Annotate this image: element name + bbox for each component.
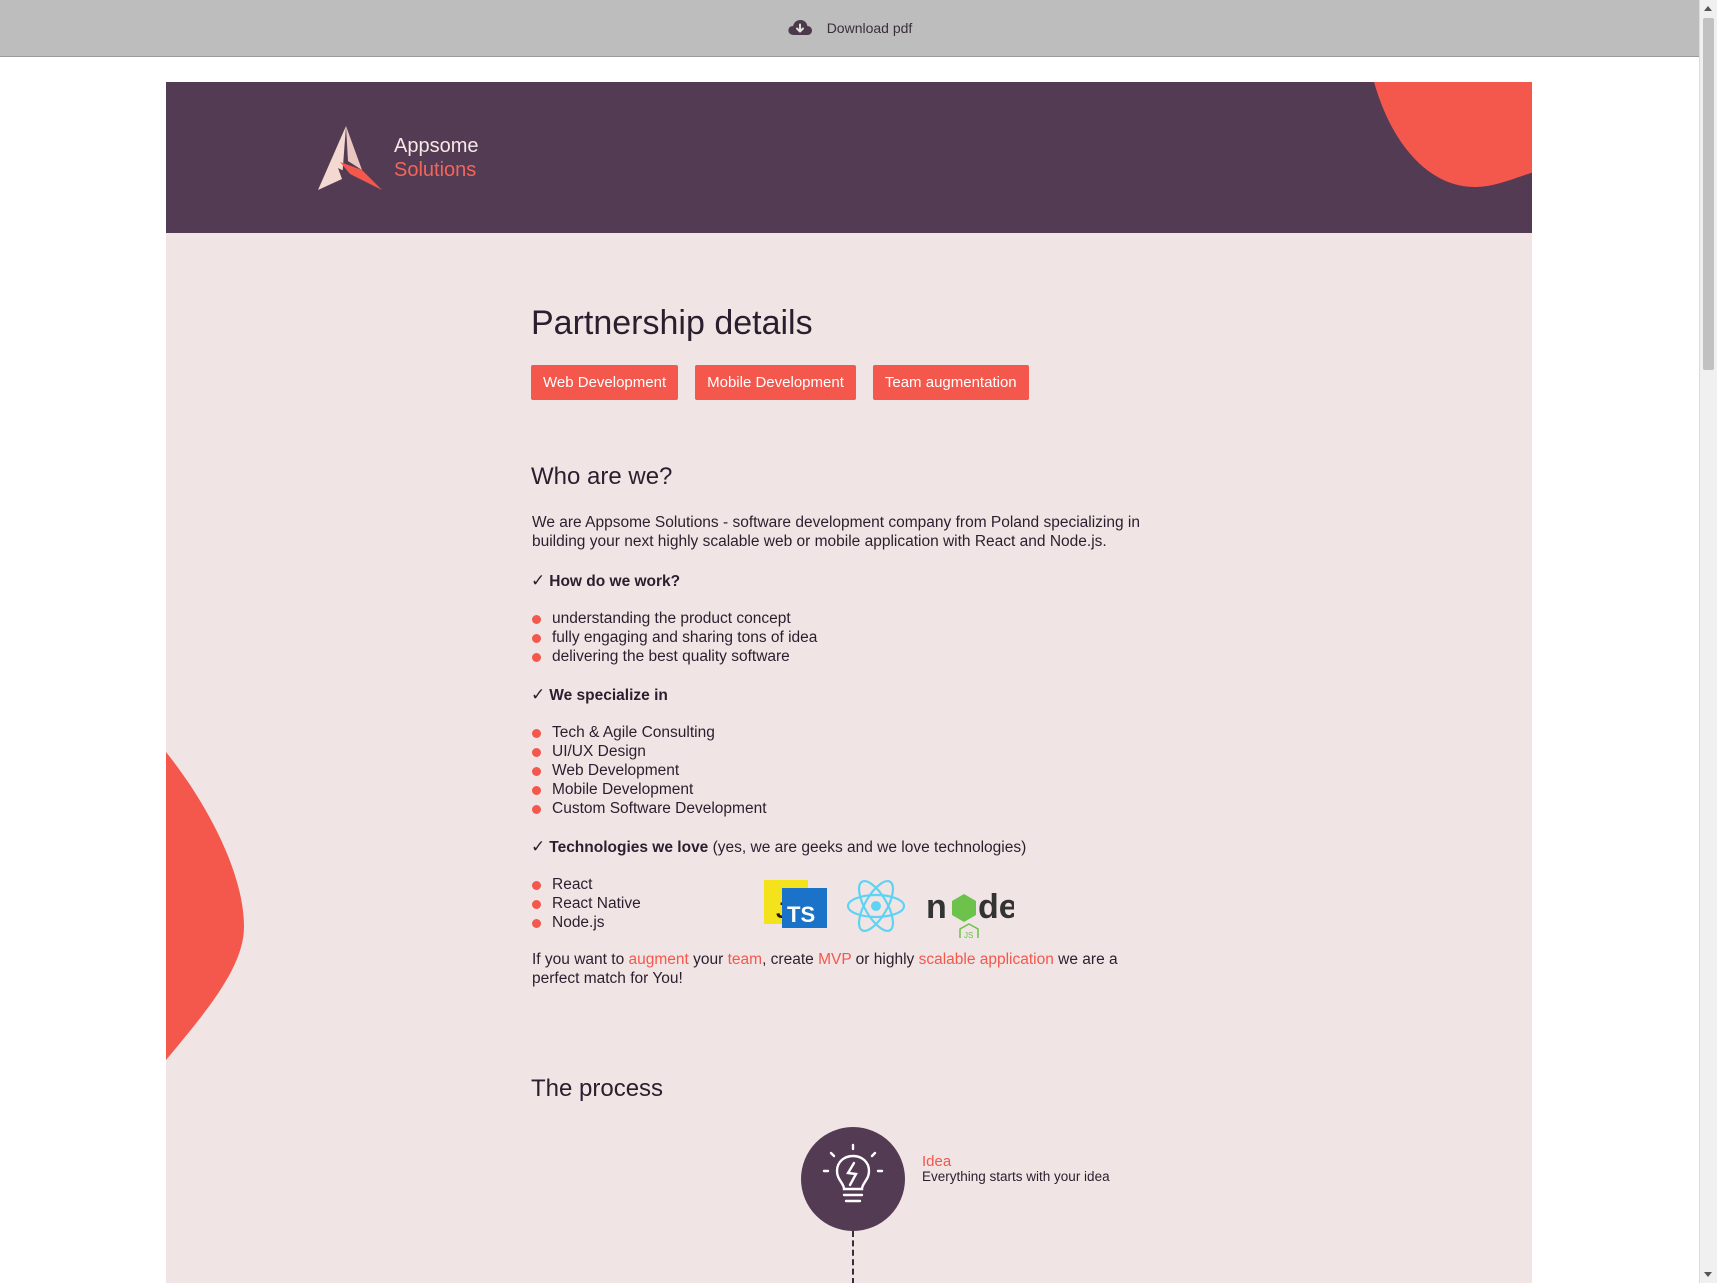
step-description: Everything starts with your idea: [922, 1169, 1110, 1184]
nodejs-logo: n de JS: [926, 888, 1014, 938]
tag-web-development[interactable]: Web Development: [531, 365, 679, 400]
we-specialize-heading: ✓ We specialize in: [531, 685, 668, 704]
list-item: delivering the best quality software: [532, 647, 817, 666]
checkmark-icon: ✓: [531, 685, 546, 704]
brand-logo: Appsome Solutions: [316, 124, 479, 192]
vertical-scrollbar[interactable]: [1699, 0, 1717, 1283]
technology-logos: J TS n de JS: [764, 880, 1014, 938]
process-step-idea-text: Idea Everything starts with your idea: [922, 1154, 1110, 1184]
list-item: Tech & Agile Consulting: [532, 723, 767, 742]
closing-text: If you want to augment your team, create…: [532, 951, 1118, 987]
download-pdf-label: Download pdf: [826, 20, 913, 36]
decorative-blob: [1374, 82, 1532, 187]
specialization-list: Tech & Agile Consulting UI/UX Design Web…: [532, 723, 767, 818]
tag-mobile-development[interactable]: Mobile Development: [695, 365, 856, 400]
scroll-down-icon[interactable]: [1704, 1272, 1712, 1277]
technologies-list: React React Native Node.js: [532, 875, 641, 932]
scroll-up-icon[interactable]: [1704, 6, 1712, 11]
document-page: Appsome Solutions Partnership details We…: [166, 82, 1532, 1283]
who-are-we-heading: Who are we?: [531, 463, 673, 490]
brand-subtitle: Solutions: [394, 159, 477, 181]
svg-text:TS: TS: [787, 902, 815, 927]
js-ts-logo: J TS: [764, 880, 827, 928]
react-logo: [846, 880, 906, 932]
list-item: Mobile Development: [532, 780, 767, 799]
svg-text:n: n: [926, 888, 947, 926]
checkmark-icon: ✓: [531, 837, 546, 856]
tag-team-augmentation[interactable]: Team augmentation: [872, 365, 1029, 400]
process-step-idea: [801, 1127, 905, 1231]
toolbar: Download pdf: [0, 0, 1699, 57]
page-header: Appsome Solutions: [166, 82, 1532, 233]
list-item: Web Development: [532, 761, 767, 780]
scrollbar-thumb[interactable]: [1703, 18, 1714, 370]
cloud-download-icon: [787, 18, 813, 38]
process-heading: The process: [531, 1075, 664, 1102]
checkmark-icon: ✓: [531, 571, 546, 590]
step-title: Idea: [922, 1153, 952, 1170]
side-decorative-blob: [166, 752, 244, 1060]
list-item: React Native: [532, 894, 641, 913]
how-we-work-list: understanding the product concept fully …: [532, 609, 817, 666]
download-pdf-button[interactable]: Download pdf: [787, 18, 913, 38]
list-item: React: [532, 875, 641, 894]
list-item: Node.js: [532, 913, 641, 932]
process-connector-line: [852, 1231, 854, 1283]
list-item: UI/UX Design: [532, 742, 767, 761]
technologies-heading: ✓ Technologies we love (yes, we are geeks…: [531, 837, 1027, 856]
brand-name: Appsome: [394, 135, 479, 157]
how-we-work-heading: ✓ How do we work?: [531, 571, 681, 590]
svg-text:de: de: [978, 888, 1014, 926]
intro-text: We are Appsome Solutions - software deve…: [532, 514, 1140, 550]
svg-text:JS: JS: [964, 931, 973, 938]
list-item: fully engaging and sharing tons of idea: [532, 628, 817, 647]
appsome-logo-icon: [318, 126, 382, 190]
service-tags: Web Development Mobile Development Team …: [531, 365, 1029, 400]
list-item: understanding the product concept: [532, 609, 817, 628]
list-item: Custom Software Development: [532, 799, 767, 818]
page-title: Partnership details: [531, 304, 813, 342]
